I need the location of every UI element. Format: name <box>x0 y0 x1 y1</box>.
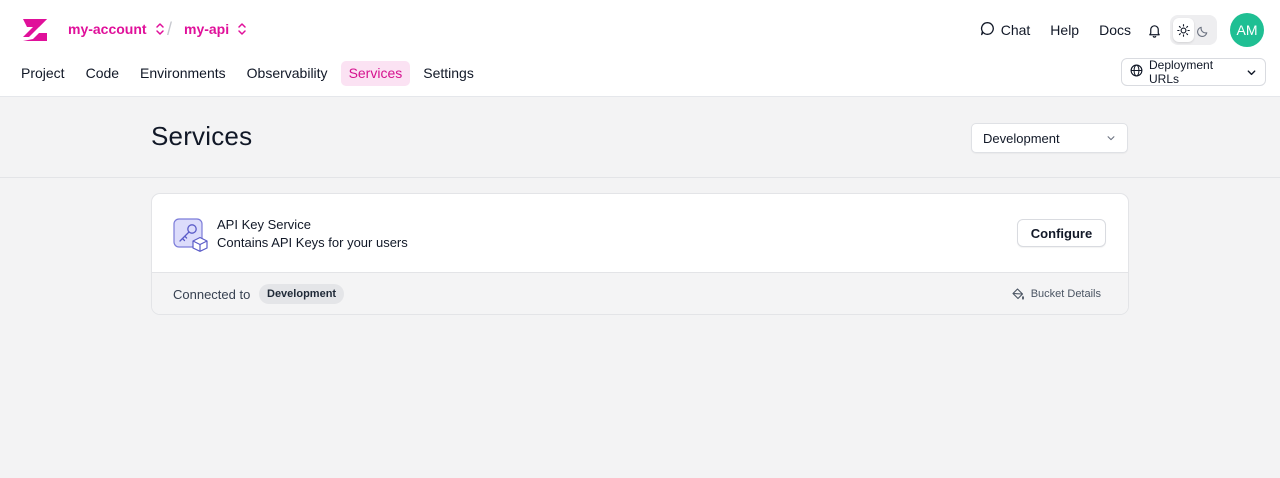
chat-bubble-icon <box>980 21 995 39</box>
bell-icon[interactable] <box>1147 23 1162 38</box>
service-card: API Key Service Contains API Keys for yo… <box>151 193 1129 315</box>
tab-code[interactable]: Code <box>78 61 127 86</box>
paint-bucket-icon <box>1011 287 1025 301</box>
header-actions: Chat Help Docs AM <box>960 13 1264 47</box>
environment-select-value: Development <box>983 130 1060 146</box>
bucket-details-link[interactable]: Bucket Details <box>1011 287 1101 301</box>
sun-icon[interactable] <box>1173 18 1194 42</box>
environment-select[interactable]: Development <box>971 123 1128 153</box>
zuplo-logo-icon[interactable] <box>19 15 51 45</box>
chevron-down-icon <box>1246 67 1257 78</box>
service-description: Contains API Keys for your users <box>217 235 408 250</box>
account-switcher[interactable]: my-account <box>68 21 165 37</box>
globe-icon <box>1130 64 1143 80</box>
project-switcher[interactable]: my-api <box>184 21 247 37</box>
tab-project[interactable]: Project <box>13 61 73 86</box>
tab-settings[interactable]: Settings <box>415 61 482 86</box>
help-label: Help <box>1050 22 1080 38</box>
moon-icon[interactable] <box>1194 18 1215 42</box>
service-card-body: API Key Service Contains API Keys for yo… <box>152 194 1128 272</box>
help-link[interactable]: Help <box>1050 22 1079 38</box>
chat-label: Chat <box>1000 22 1031 38</box>
tab-observability[interactable]: Observability <box>239 61 336 86</box>
theme-toggle[interactable] <box>1170 15 1217 45</box>
account-name: my-account <box>68 21 147 37</box>
environment-badge: Development <box>259 284 345 304</box>
deployment-urls-button[interactable]: Deployment URLs <box>1121 58 1266 86</box>
breadcrumb-separator: / <box>167 19 173 39</box>
docs-link[interactable]: Docs <box>1099 22 1131 38</box>
key-service-icon <box>173 218 208 252</box>
service-card-footer: Connected to Development Bucket Details <box>152 272 1128 314</box>
bucket-details-label: Bucket Details <box>1030 288 1101 300</box>
chevron-down-icon <box>1106 133 1116 143</box>
docs-label: Docs <box>1099 22 1131 38</box>
connected-to-label: Connected to <box>173 287 251 302</box>
chevron-updown-icon <box>237 22 247 36</box>
page-title: Services <box>151 121 253 151</box>
service-name: API Key Service <box>217 217 311 232</box>
project-nav: Project Code Environments Observability Serv… <box>13 61 487 86</box>
configure-button[interactable]: Configure <box>1017 219 1106 247</box>
top-bar: my-account / my-api Chat Help Docs AM Pr… <box>0 0 1280 97</box>
chat-link[interactable]: Chat <box>980 21 1031 39</box>
tab-services[interactable]: Services <box>340 61 411 86</box>
tab-environments[interactable]: Environments <box>132 61 234 86</box>
chevron-updown-icon <box>155 22 165 36</box>
project-name: my-api <box>184 21 230 37</box>
deployment-urls-label: Deployment URLs <box>1149 58 1214 86</box>
user-avatar[interactable]: AM <box>1230 13 1264 47</box>
